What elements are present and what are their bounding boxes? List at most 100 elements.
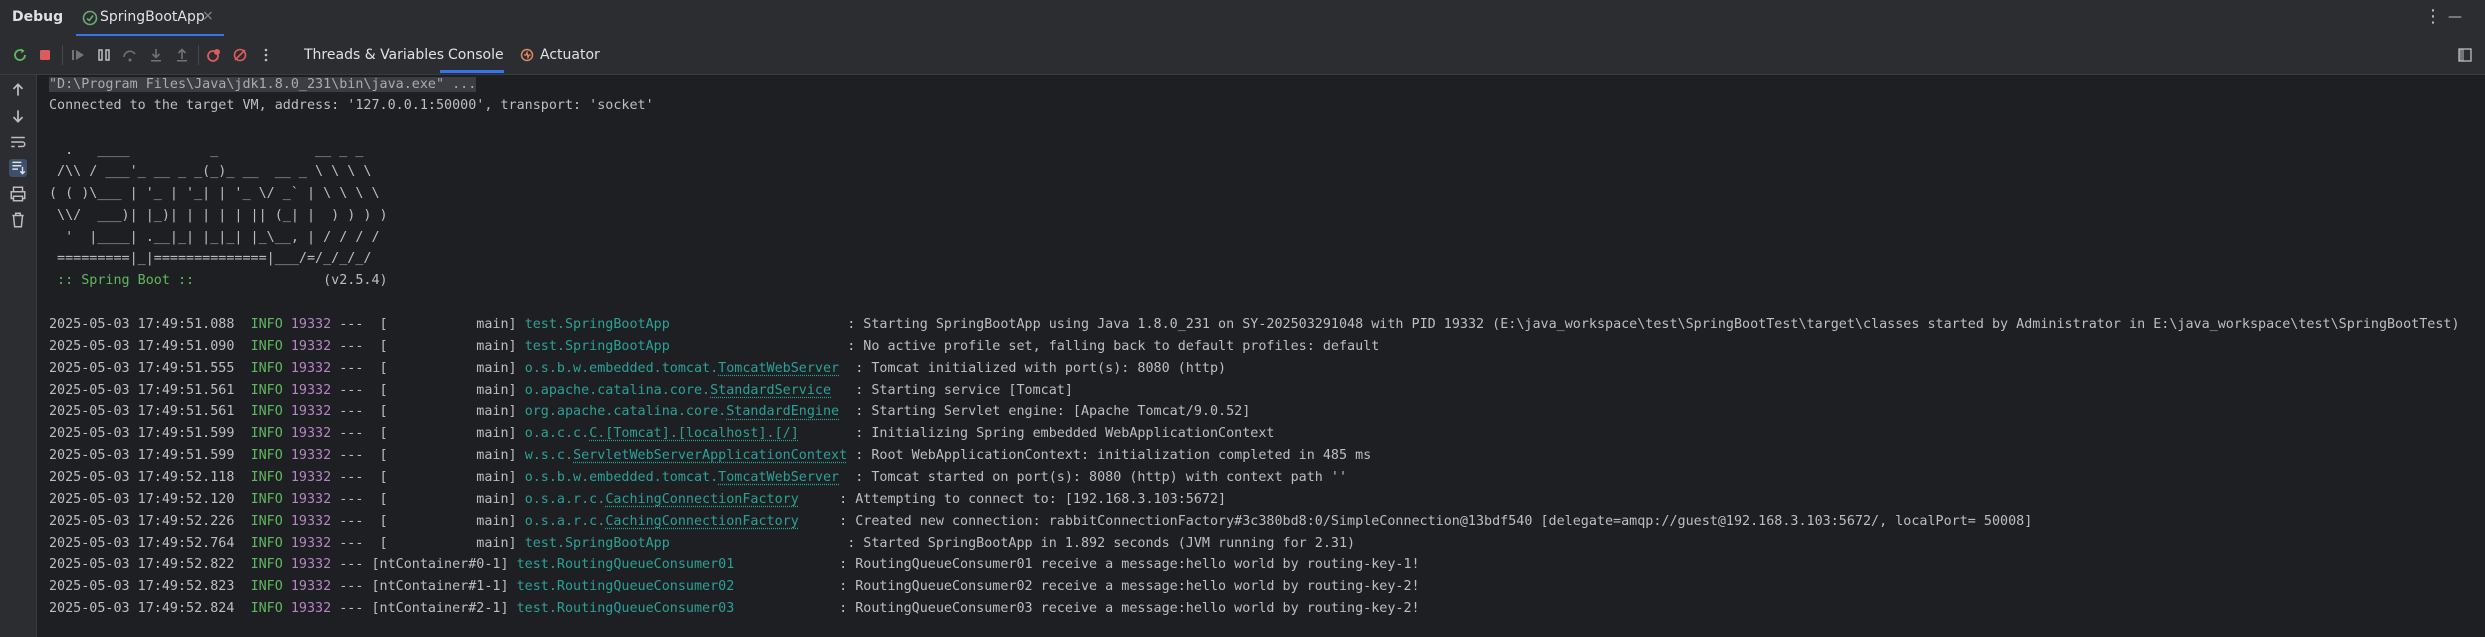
title-bar: Debug SpringBootApp × ⋮ — xyxy=(0,0,2485,37)
log-thread: --- [ main] xyxy=(339,469,517,485)
log-timestamp: 2025-05-03 17:49:52.120 xyxy=(49,491,235,507)
log-line: 2025-05-03 17:49:52.226 INFO 19332 --- [… xyxy=(49,512,2032,532)
spring-boot-version: (v2.5.4) xyxy=(202,273,388,288)
log-timestamp: 2025-05-03 17:49:52.118 xyxy=(49,469,235,485)
log-padding xyxy=(839,361,855,376)
soft-wrap-icon[interactable] xyxy=(9,133,27,151)
resume-icon[interactable] xyxy=(70,47,86,63)
log-logger[interactable]: o.apache.catalina.core.StandardService xyxy=(525,383,831,398)
log-logger-prefix: o.s.b.w.embedded.tomcat. xyxy=(524,360,719,376)
log-logger-link[interactable]: ServletWebServerApplicationContext xyxy=(573,448,847,463)
log-thread: --- [ main] xyxy=(339,404,517,420)
trash-icon[interactable] xyxy=(9,211,27,229)
log-padding xyxy=(839,404,855,419)
log-thread: --- [ main] xyxy=(339,448,517,464)
log-logger-prefix: test.SpringBootApp xyxy=(524,317,670,332)
pause-icon[interactable] xyxy=(96,47,112,63)
minimize-icon[interactable]: — xyxy=(2448,9,2462,25)
console-output[interactable]: "D:\Program Files\Java\jdk1.8.0_231\bin\… xyxy=(37,75,2485,637)
arrow-up-icon[interactable] xyxy=(9,81,27,99)
mute-breakpoints-icon[interactable] xyxy=(232,47,248,63)
spring-boot-label: :: Spring Boot :: xyxy=(49,273,203,288)
print-icon[interactable] xyxy=(9,185,27,203)
log-logger-prefix: test.SpringBootApp xyxy=(524,338,670,354)
log-logger-link[interactable]: StandardEngine xyxy=(726,404,839,419)
banner-line: ( ( )\___ | '_ | '_| | '_ \/ _` | \ \ \ … xyxy=(49,186,380,201)
log-logger[interactable]: test.SpringBootApp xyxy=(525,317,670,332)
more-vertical-icon[interactable] xyxy=(258,47,274,63)
command-line: "D:\Program Files\Java\jdk1.8.0_231\bin\… xyxy=(49,77,477,92)
log-logger[interactable]: test.SpringBootApp xyxy=(525,339,670,354)
tab-actuator[interactable]: Actuator xyxy=(540,47,600,63)
log-line: 2025-05-03 17:49:51.561 INFO 19332 --- [… xyxy=(49,381,1073,401)
view-breakpoints-icon[interactable] xyxy=(206,47,222,63)
log-line: 2025-05-03 17:49:51.599 INFO 19332 --- [… xyxy=(49,424,1274,444)
log-timestamp: 2025-05-03 17:49:52.226 xyxy=(49,513,235,529)
log-logger[interactable]: test.RoutingQueueConsumer01 xyxy=(517,557,735,572)
arrow-down-icon[interactable] xyxy=(9,107,27,125)
log-message: : Started SpringBootApp in 1.892 seconds… xyxy=(847,535,1356,551)
log-logger-link[interactable]: TomcatWebServer xyxy=(718,470,839,485)
stop-icon[interactable] xyxy=(37,47,53,63)
log-padding xyxy=(839,470,855,485)
log-logger[interactable]: o.s.a.r.c.CachingConnectionFactory xyxy=(525,492,799,507)
log-logger-prefix: o.s.a.r.c. xyxy=(524,491,606,507)
log-timestamp: 2025-05-03 17:49:51.561 xyxy=(49,382,235,398)
log-message: : RoutingQueueConsumer02 receive a messa… xyxy=(839,579,1420,595)
log-logger[interactable]: test.RoutingQueueConsumer03 xyxy=(517,601,735,616)
log-logger-prefix: o.s.b.w.embedded.tomcat. xyxy=(524,469,719,485)
log-level: INFO xyxy=(250,579,283,595)
log-padding xyxy=(734,557,839,572)
tab-label: SpringBootApp xyxy=(100,9,205,25)
log-logger[interactable]: org.apache.catalina.core.StandardEngine xyxy=(525,404,839,419)
log-logger[interactable]: o.s.b.w.embedded.tomcat.TomcatWebServer xyxy=(525,361,839,376)
step-into-icon[interactable] xyxy=(148,47,164,63)
log-message: : Initializing Spring embedded WebApplic… xyxy=(855,426,1275,442)
layout-settings-icon[interactable] xyxy=(2457,47,2473,63)
log-level: INFO xyxy=(250,317,283,332)
log-pid: 19332 xyxy=(290,317,332,332)
log-timestamp: 2025-05-03 17:49:51.599 xyxy=(49,426,235,442)
close-icon[interactable]: × xyxy=(202,8,214,24)
log-logger-prefix: org.apache.catalina.core. xyxy=(524,404,727,420)
log-level: INFO xyxy=(250,491,283,507)
log-pid: 19332 xyxy=(290,557,332,573)
log-thread: --- [ main] xyxy=(339,338,517,354)
log-logger[interactable]: o.s.b.w.embedded.tomcat.TomcatWebServer xyxy=(525,470,839,485)
log-timestamp: 2025-05-03 17:49:51.090 xyxy=(49,338,235,354)
more-options-icon[interactable]: ⋮ xyxy=(2424,6,2442,27)
log-pid: 19332 xyxy=(290,360,332,376)
log-line: 2025-05-03 17:49:52.118 INFO 19332 --- [… xyxy=(49,468,1347,488)
log-level: INFO xyxy=(250,448,283,464)
tab-console[interactable]: Console xyxy=(448,47,504,63)
log-level: INFO xyxy=(250,535,283,551)
log-logger[interactable]: w.s.c.ServletWebServerApplicationContext xyxy=(525,448,847,463)
log-logger[interactable]: o.s.a.r.c.CachingConnectionFactory xyxy=(525,514,799,529)
log-thread: --- [ main] xyxy=(339,360,517,376)
step-out-icon[interactable] xyxy=(174,47,190,63)
log-logger-link[interactable]: StandardService xyxy=(710,383,831,398)
log-level: INFO xyxy=(250,557,283,573)
tool-window-title: Debug xyxy=(12,9,64,25)
toolbar-separator xyxy=(198,45,199,65)
step-over-icon[interactable] xyxy=(122,47,138,63)
log-logger-link[interactable]: CachingConnectionFactory xyxy=(605,514,798,529)
log-level: INFO xyxy=(250,426,283,442)
log-logger[interactable]: o.a.c.c.C.[Tomcat].[localhost].[/] xyxy=(525,426,799,441)
log-logger-prefix: w.s.c. xyxy=(524,448,574,464)
log-logger-link[interactable]: C.[Tomcat].[localhost].[/] xyxy=(589,426,799,441)
log-message: : Root WebApplicationContext: initializa… xyxy=(855,448,1372,464)
log-padding xyxy=(799,426,855,441)
log-logger-link[interactable]: TomcatWebServer xyxy=(718,361,839,376)
log-message: : Tomcat started on port(s): 8080 (http)… xyxy=(855,469,1348,485)
log-padding xyxy=(670,536,847,551)
scroll-to-end-icon[interactable] xyxy=(9,159,27,177)
log-logger[interactable]: test.SpringBootApp xyxy=(525,536,670,551)
tab-springbootapp[interactable]: SpringBootApp × xyxy=(76,0,224,36)
tab-threads-variables[interactable]: Threads & Variables xyxy=(304,47,444,63)
rerun-icon[interactable] xyxy=(12,47,28,63)
log-message: : Starting Servlet engine: [Apache Tomca… xyxy=(855,404,1251,420)
log-logger-link[interactable]: CachingConnectionFactory xyxy=(605,492,798,507)
log-message: : RoutingQueueConsumer03 receive a messa… xyxy=(839,601,1420,617)
log-logger[interactable]: test.RoutingQueueConsumer02 xyxy=(517,579,735,594)
